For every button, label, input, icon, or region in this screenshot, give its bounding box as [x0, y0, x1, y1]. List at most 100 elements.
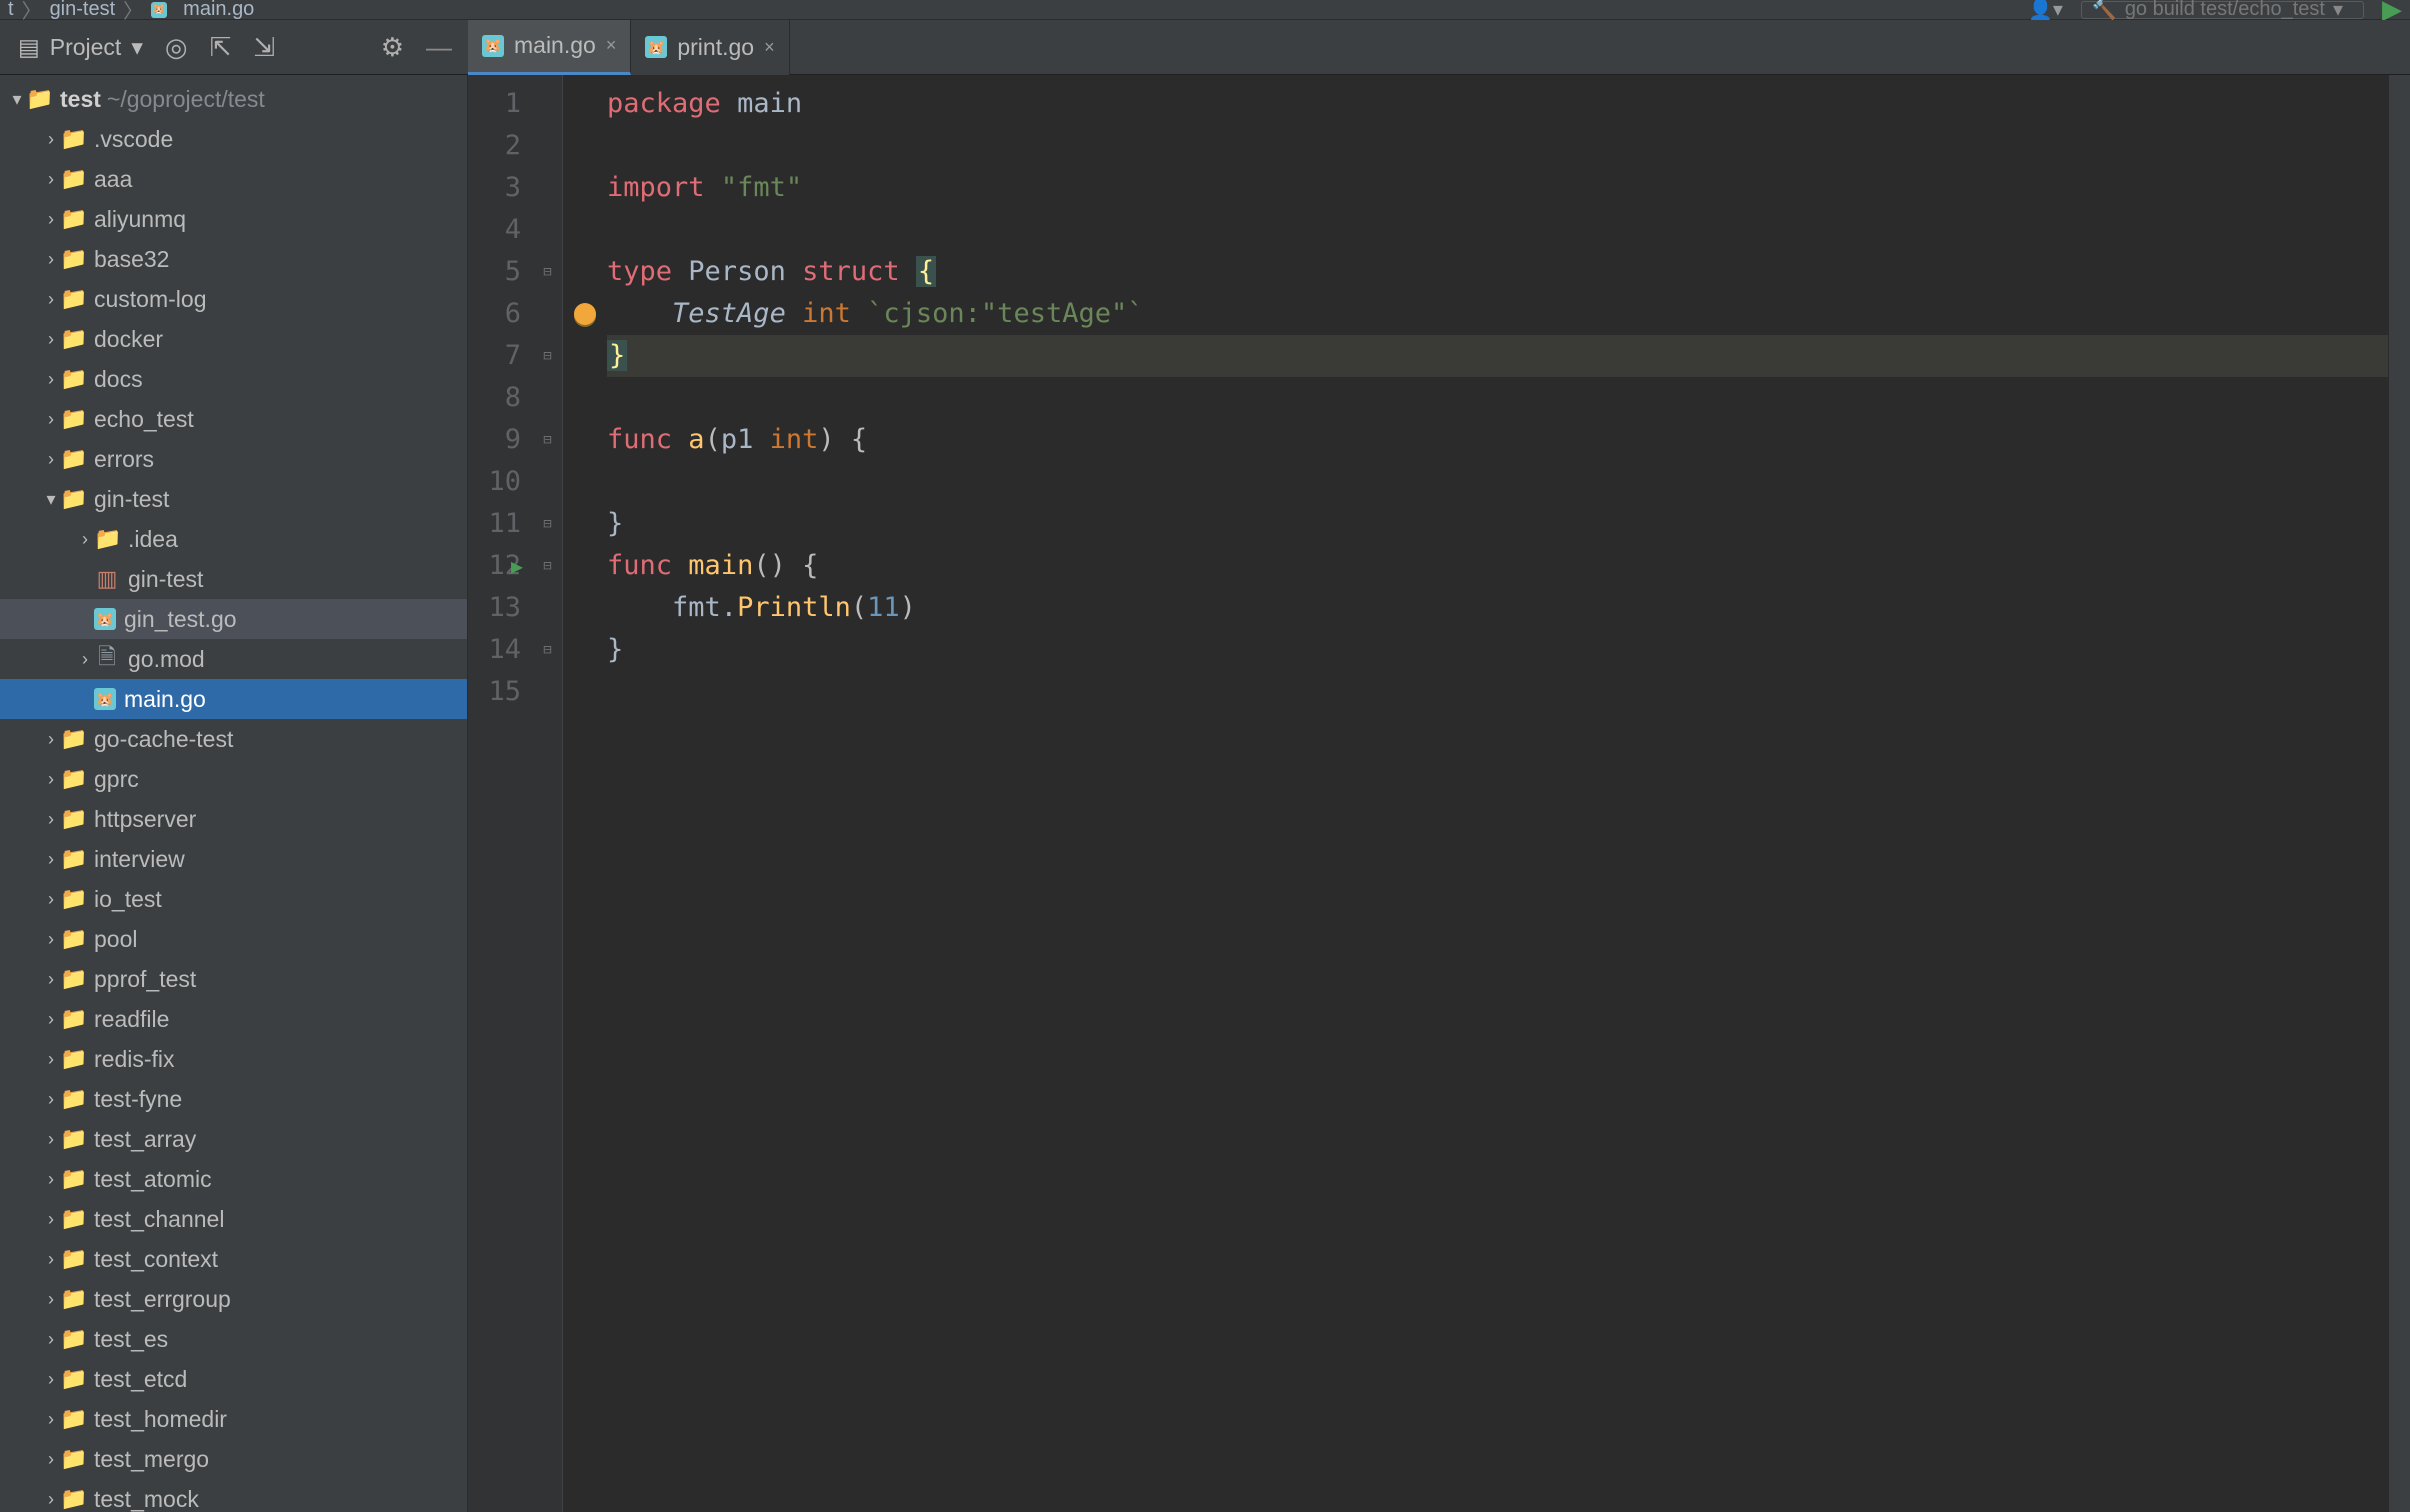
chevron-icon[interactable]: · [76, 569, 94, 590]
tree-item[interactable]: › 📁interview [0, 839, 467, 879]
code-line[interactable]: TestAge int `cjson:"testAge"` [607, 293, 2388, 335]
chevron-icon[interactable]: › [42, 1369, 60, 1390]
tree-item[interactable]: › 📁test_mergo [0, 1439, 467, 1479]
code-line[interactable] [607, 461, 2388, 503]
tree-item[interactable]: › 📁.idea [0, 519, 467, 559]
chevron-down-icon[interactable]: ▾ [8, 89, 26, 110]
gear-icon[interactable]: ⚙ [381, 32, 404, 63]
line-number[interactable]: 2 [468, 125, 521, 167]
fold-marker[interactable]: ⊟ [533, 335, 562, 377]
code-line[interactable]: func a(p1 int) { [607, 419, 2388, 461]
chevron-icon[interactable]: › [42, 1409, 60, 1430]
tree-item[interactable]: › 📁test_mock [0, 1479, 467, 1512]
line-number[interactable]: 10 [468, 461, 521, 503]
chevron-icon[interactable]: › [76, 649, 94, 670]
fold-marker[interactable] [533, 587, 562, 629]
line-number[interactable]: 15 [468, 671, 521, 713]
chevron-icon[interactable]: › [42, 889, 60, 910]
line-number[interactable]: 13 [468, 587, 521, 629]
tree-item[interactable]: › 📁test_homedir [0, 1399, 467, 1439]
code-line[interactable]: type Person struct { [607, 251, 2388, 293]
chevron-icon[interactable]: › [42, 1089, 60, 1110]
code-line[interactable]: func main() { [607, 545, 2388, 587]
fold-marker[interactable] [533, 293, 562, 335]
tree-item[interactable]: › 📁.vscode [0, 119, 467, 159]
line-number[interactable]: 7 [468, 335, 521, 377]
tree-item[interactable]: › 📁httpserver [0, 799, 467, 839]
chevron-icon[interactable]: › [42, 1049, 60, 1070]
tree-item[interactable]: · 🐹main.go [0, 679, 467, 719]
fold-marker[interactable] [533, 671, 562, 713]
line-number[interactable]: 5 [468, 251, 521, 293]
user-icon[interactable]: 👤▾ [2028, 0, 2063, 22]
tree-item[interactable]: › 📁test_etcd [0, 1359, 467, 1399]
code-line[interactable]: package main [607, 83, 2388, 125]
line-number[interactable]: 9 [468, 419, 521, 461]
chevron-icon[interactable]: › [42, 769, 60, 790]
chevron-icon[interactable]: · [76, 689, 94, 710]
chevron-icon[interactable]: › [42, 129, 60, 150]
chevron-icon[interactable]: › [42, 849, 60, 870]
tree-item[interactable]: › 📁test_context [0, 1239, 467, 1279]
fold-marker[interactable] [533, 461, 562, 503]
intention-gutter[interactable] [563, 75, 607, 1512]
fold-marker[interactable] [533, 209, 562, 251]
fold-marker[interactable]: ⊟ [533, 629, 562, 671]
fold-marker[interactable] [533, 377, 562, 419]
tree-item[interactable]: ▾ 📁gin-test [0, 479, 467, 519]
line-number[interactable]: 8 [468, 377, 521, 419]
tree-item[interactable]: › 📁docker [0, 319, 467, 359]
editor-tab[interactable]: 🐹 main.go × [468, 20, 631, 75]
tree-item[interactable]: · 🐹gin_test.go [0, 599, 467, 639]
tree-item[interactable]: › 📁test_array [0, 1119, 467, 1159]
fold-marker[interactable]: ⊟ [533, 251, 562, 293]
run-gutter-icon[interactable]: ▶ [511, 545, 523, 587]
run-config-selector[interactable]: 🔨 go build test/echo_test ▾ [2081, 1, 2364, 19]
breadcrumb-item[interactable]: main.go [183, 0, 254, 21]
chevron-icon[interactable]: › [42, 1289, 60, 1310]
line-number[interactable]: 3 [468, 167, 521, 209]
chevron-icon[interactable]: › [42, 809, 60, 830]
breadcrumb-item[interactable]: gin-test [50, 0, 116, 21]
minimize-icon[interactable]: — [426, 32, 452, 63]
chevron-icon[interactable]: › [42, 449, 60, 470]
editor-tab[interactable]: 🐹 print.go × [631, 20, 789, 75]
chevron-icon[interactable]: › [42, 169, 60, 190]
tree-item[interactable]: › 📁aaa [0, 159, 467, 199]
target-icon[interactable]: ◎ [165, 32, 188, 63]
tree-item[interactable]: › 📁aliyunmq [0, 199, 467, 239]
chevron-icon[interactable]: › [42, 969, 60, 990]
tree-item[interactable]: › 🗎go.mod [0, 639, 467, 679]
code-line[interactable] [607, 671, 2388, 713]
chevron-icon[interactable]: › [42, 1489, 60, 1510]
chevron-icon[interactable]: · [76, 609, 94, 630]
line-number[interactable]: 1 [468, 83, 521, 125]
chevron-icon[interactable]: › [76, 529, 94, 550]
code-line[interactable] [607, 377, 2388, 419]
code-editor[interactable]: 123456789101112131415 ⊟⊟⊟⊟▶⊟⊟ package ma… [468, 75, 2410, 1512]
fold-marker[interactable] [533, 125, 562, 167]
code-line[interactable]: fmt.Println(11) [607, 587, 2388, 629]
tree-item[interactable]: › 📁errors [0, 439, 467, 479]
tree-item[interactable]: › 📁test_es [0, 1319, 467, 1359]
code-line[interactable] [607, 125, 2388, 167]
tree-item[interactable]: › 📁go-cache-test [0, 719, 467, 759]
code-line[interactable]: import "fmt" [607, 167, 2388, 209]
line-number[interactable]: 14 [468, 629, 521, 671]
code-line[interactable]: } [607, 503, 2388, 545]
close-icon[interactable]: × [606, 35, 617, 56]
project-tool-window-button[interactable]: ▤ Project ▾ [18, 34, 143, 61]
chevron-icon[interactable]: › [42, 1449, 60, 1470]
fold-marker[interactable]: ⊟ [533, 419, 562, 461]
fold-marker[interactable] [533, 167, 562, 209]
tree-item[interactable]: › 📁pool [0, 919, 467, 959]
chevron-icon[interactable]: › [42, 289, 60, 310]
tree-item[interactable]: › 📁readfile [0, 999, 467, 1039]
chevron-icon[interactable]: › [42, 369, 60, 390]
tree-item[interactable]: · ▥gin-test [0, 559, 467, 599]
tree-root[interactable]: ▾ 📁 test ~/goproject/test [0, 79, 467, 119]
tree-item[interactable]: › 📁test_errgroup [0, 1279, 467, 1319]
breadcrumb-item[interactable]: t [8, 0, 14, 21]
line-number[interactable]: 11 [468, 503, 521, 545]
chevron-icon[interactable]: › [42, 209, 60, 230]
